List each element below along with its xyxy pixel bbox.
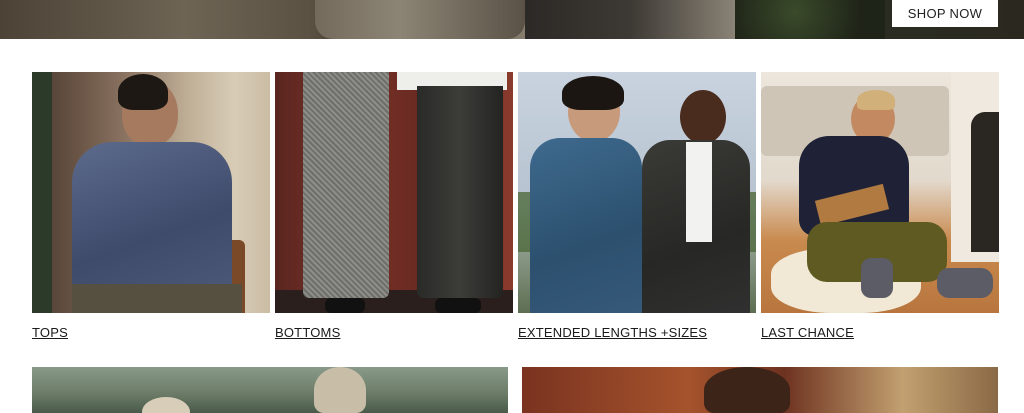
person-navy-sweater [799,136,909,236]
person-hair [857,90,895,110]
hero-image-suit-left [315,0,525,39]
category-image-last-chance[interactable] [761,72,999,313]
person-2-white-shirt [686,142,712,242]
person-hair [118,74,168,110]
person-1-hair [562,76,624,110]
fireplace-opening [971,112,999,252]
plant-bg [32,72,52,313]
category-link-last-chance[interactable]: LAST CHANCE [761,325,854,340]
sock-left [861,258,893,298]
promo-image-left[interactable] [32,367,508,413]
person-trousers [72,284,242,313]
category-image-tops[interactable] [32,72,270,313]
category-link-tops[interactable]: TOPS [32,325,68,340]
category-image-bottoms[interactable] [275,72,513,313]
person-hair-1 [142,397,190,413]
sock-right [937,268,993,298]
person-1-blue-suit [530,138,642,313]
shoe-left [325,298,365,313]
houndstooth-trousers [303,72,389,298]
promo-image-right[interactable] [522,367,998,413]
person-head [704,367,790,413]
category-image-extended-sizes[interactable] [518,72,756,313]
hero-image-suit-right [525,0,735,39]
shoe-right [435,298,481,313]
hero-banner: SHOP NOW [0,0,1024,39]
category-link-bottoms[interactable]: BOTTOMS [275,325,340,340]
person-hair-2 [314,367,366,413]
person-2-head [680,90,726,144]
category-link-extended-sizes[interactable]: EXTENDED LENGTHS +SIZES [518,325,707,340]
dark-trousers [417,86,503,298]
hero-image-plant [735,0,885,39]
person-shirt [72,142,232,292]
shop-now-button[interactable]: SHOP NOW [892,0,998,27]
